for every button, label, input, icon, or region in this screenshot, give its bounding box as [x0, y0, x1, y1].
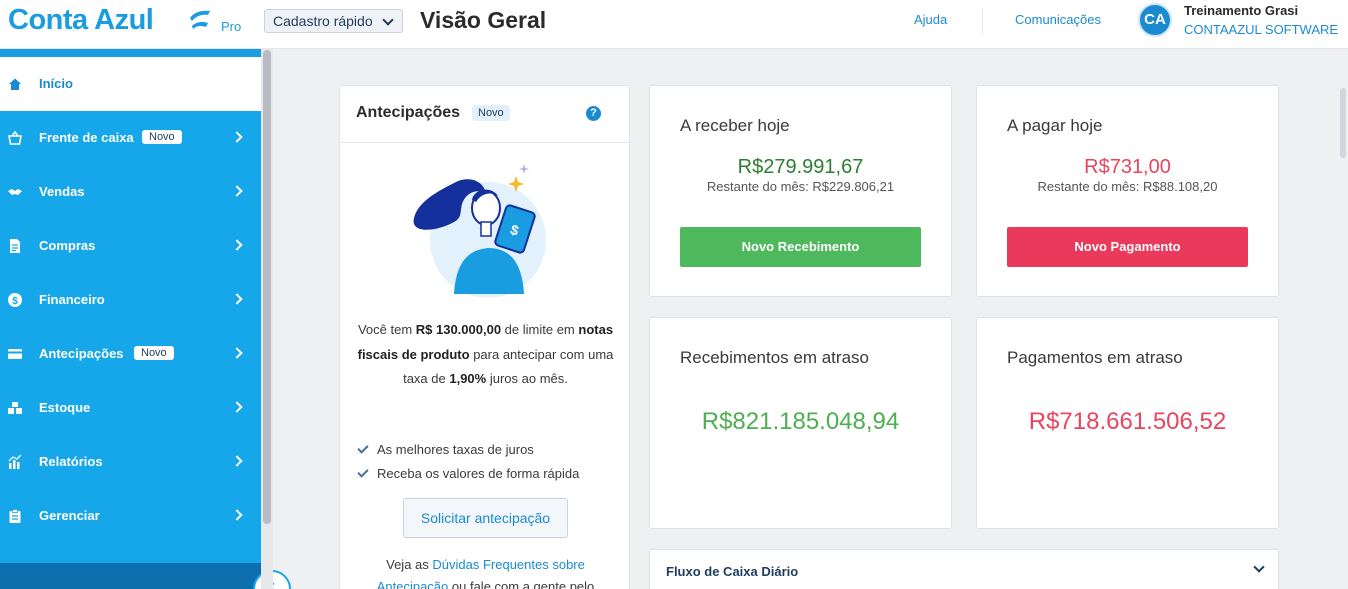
- text-part: ou fale com a gente pelo: [448, 579, 595, 589]
- overdue-receipts-card[interactable]: Recebimentos em atraso R$821.185.048,94: [649, 317, 952, 529]
- receivable-today-card: A receber hoje R$279.991,67 Restante do …: [649, 85, 952, 297]
- handshake-icon: [8, 189, 22, 195]
- company-name[interactable]: CONTAAZUL SOFTWARE: [1184, 22, 1338, 37]
- header-divider: [982, 8, 983, 34]
- card-icon: [8, 349, 22, 359]
- sidebar-item-label: Compras: [39, 238, 96, 253]
- chevron-right-icon: [231, 239, 243, 251]
- chevron-right-icon: [231, 185, 243, 197]
- logo[interactable]: Conta Azul: [8, 4, 154, 37]
- check-icon: [357, 442, 369, 454]
- sidebar-item-label: Vendas: [39, 184, 85, 199]
- logo-mark-icon: [190, 10, 210, 29]
- page-title: Visão Geral: [420, 7, 547, 33]
- benefit-label: Receba os valores de forma rápida: [377, 466, 580, 481]
- sidebar-item-label: Frente de caixa: [39, 130, 134, 145]
- home-icon: [9, 78, 21, 90]
- card-label: A receber hoje: [680, 116, 790, 135]
- basket-icon: [8, 131, 22, 145]
- sidebar-item-vendas[interactable]: Vendas: [0, 165, 261, 219]
- antecipacoes-description: Você tem R$ 130.000,00 de limite em nota…: [356, 318, 615, 392]
- chevron-down-icon: [382, 14, 394, 26]
- sidebar-accent: [0, 49, 261, 57]
- chevron-right-icon: [231, 347, 243, 359]
- receivable-today-value: R$279.991,67: [737, 156, 864, 178]
- sidebar-item-antecipacoes[interactable]: Antecipações Novo: [0, 327, 261, 381]
- request-advance-button[interactable]: Solicitar antecipação: [403, 498, 568, 538]
- quick-register-dropdown[interactable]: Cadastro rápido: [264, 9, 403, 33]
- sidebar-item-label: Início: [39, 76, 73, 91]
- sidebar-item-label: Gerenciar: [39, 508, 100, 523]
- woman-with-phone-illustration: $: [413, 164, 546, 297]
- chevron-right-icon: [231, 131, 243, 143]
- panel-title: Antecipações: [356, 104, 461, 121]
- new-payment-button[interactable]: Novo Pagamento: [1007, 227, 1248, 267]
- overdue-payments-value: R$718.661.506,52: [1028, 408, 1227, 435]
- communications-link[interactable]: Comunicações: [1015, 12, 1101, 27]
- sidebar-item-label: Estoque: [39, 400, 91, 415]
- payable-today-value: R$731,00: [1084, 156, 1171, 178]
- sidebar-item-label: Relatórios: [39, 454, 103, 469]
- sidebar-item-compras[interactable]: Compras: [0, 219, 261, 273]
- clipboard-icon: [9, 509, 21, 523]
- chevron-right-icon: [231, 455, 243, 467]
- sidebar-footer: [0, 563, 273, 589]
- benefit-item: Receba os valores de forma rápida: [356, 466, 579, 481]
- help-icon[interactable]: ?: [586, 106, 601, 121]
- chevron-right-icon: [231, 509, 243, 521]
- new-badge: Novo: [142, 130, 182, 144]
- new-receipt-button[interactable]: Novo Recebimento: [680, 227, 921, 267]
- sidebar-item-estoque[interactable]: Estoque: [0, 381, 261, 435]
- panel-title: Fluxo de Caixa Diário: [666, 564, 799, 579]
- plan-label: Pro: [221, 19, 242, 34]
- boxes-icon: [8, 402, 22, 414]
- text-part: Você tem: [357, 322, 416, 337]
- page-scrollbar-thumb[interactable]: [1340, 88, 1346, 158]
- sidebar-scrollbar-thumb[interactable]: [263, 50, 271, 524]
- chevron-down-icon[interactable]: [1253, 561, 1265, 573]
- payable-today-card: A pagar hoje R$731,00 Restante do mês: R…: [976, 85, 1279, 297]
- card-label: Recebimentos em atraso: [680, 348, 869, 367]
- overdue-payments-card[interactable]: Pagamentos em atraso R$718.661.506,52: [976, 317, 1279, 529]
- sidebar-item-label: Antecipações: [39, 346, 124, 361]
- antecipacoes-panel: Antecipações Novo ? $ Você tem R$ 130.00…: [339, 85, 631, 589]
- document-icon: [10, 239, 20, 253]
- text-part: Veja as: [386, 557, 433, 572]
- sidebar-item-relatorios[interactable]: Relatórios: [0, 435, 261, 489]
- user-name[interactable]: Treinamento Grasi: [1184, 3, 1298, 18]
- card-label: Pagamentos em atraso: [1007, 348, 1183, 367]
- text-part: juros ao mês.: [486, 371, 568, 386]
- chevron-right-icon: [231, 401, 243, 413]
- panel-divider: [340, 142, 631, 143]
- svg-text:$: $: [12, 296, 18, 307]
- check-icon: [357, 466, 369, 478]
- new-badge: Novo: [134, 346, 174, 360]
- card-label: A pagar hoje: [1007, 116, 1103, 135]
- chart-icon: [8, 455, 22, 469]
- interest-rate: 1,90%: [449, 371, 487, 386]
- sidebar-item-gerenciar[interactable]: Gerenciar: [0, 489, 261, 543]
- payable-month-remaining: Restante do mês: R$88.108,20: [1037, 179, 1218, 194]
- top-bar: Conta Azul Pro Cadastro rápido Visão Ger…: [0, 0, 1348, 49]
- help-link[interactable]: Ajuda: [914, 12, 947, 27]
- benefit-label: As melhores taxas de juros: [377, 442, 534, 457]
- text-part: de limite em: [501, 322, 579, 337]
- avatar[interactable]: CA: [1138, 3, 1172, 37]
- daily-cash-flow-panel[interactable]: Fluxo de Caixa Diário: [649, 549, 1279, 589]
- sidebar-item-label: Financeiro: [39, 292, 105, 307]
- quick-register-label: Cadastro rápido: [273, 13, 373, 29]
- dollar-icon: $: [8, 293, 22, 307]
- sidebar-item-frente-de-caixa[interactable]: Frente de caixa Novo: [0, 111, 261, 165]
- antecipacoes-footer: Veja as Dúvidas Frequentes sobre Antecip…: [356, 554, 615, 589]
- limit-value: R$ 130.000,00: [415, 322, 502, 337]
- sidebar-item-inicio[interactable]: Início: [0, 57, 261, 111]
- sidebar-item-financeiro[interactable]: $ Financeiro: [0, 273, 261, 327]
- benefit-item: As melhores taxas de juros: [356, 442, 534, 457]
- overdue-receipts-value: R$821.185.048,94: [701, 408, 900, 435]
- chevron-right-icon: [231, 293, 243, 305]
- receivable-month-remaining: Restante do mês: R$229.806,21: [706, 179, 895, 194]
- new-badge: Novo: [472, 105, 510, 121]
